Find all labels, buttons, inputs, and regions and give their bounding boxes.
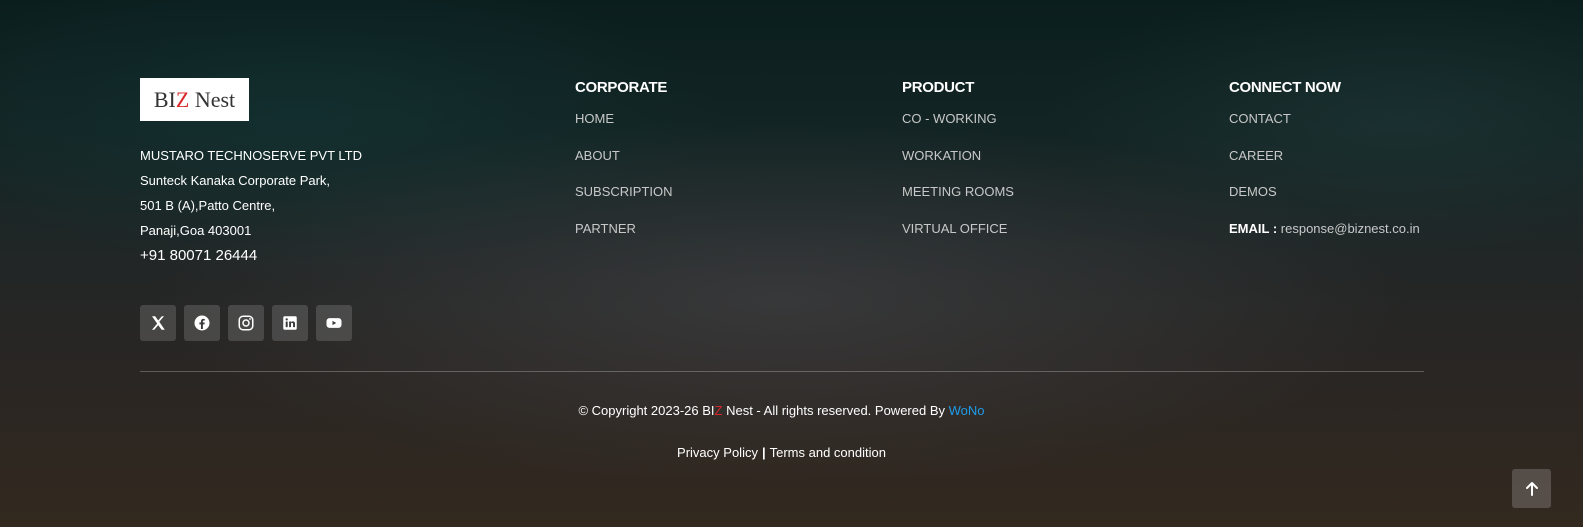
facebook-icon	[194, 315, 210, 331]
social-links	[140, 305, 352, 341]
address-line-2: 501 B (A),Patto Centre,	[140, 198, 276, 213]
arrow-up-icon	[1525, 481, 1538, 496]
link-workation[interactable]: WORKATION	[902, 147, 1014, 165]
x-icon	[152, 316, 165, 330]
copyright-prefix: © Copyright 2023-26 BI	[578, 403, 715, 418]
x-social-button[interactable]	[140, 305, 176, 341]
link-home[interactable]: HOME	[575, 110, 673, 128]
connect-column: CONNECT NOW CONTACT CAREER DEMOS EMAIL :…	[1229, 79, 1420, 238]
address-line-1: Sunteck Kanaka Corporate Park,	[140, 173, 331, 188]
link-career[interactable]: CAREER	[1229, 147, 1420, 165]
youtube-social-button[interactable]	[316, 305, 352, 341]
link-contact[interactable]: CONTACT	[1229, 110, 1420, 128]
address-line-3: Panaji,Goa 403001	[140, 223, 252, 238]
link-co-working[interactable]: CO - WORKING	[902, 110, 1014, 128]
facebook-social-button[interactable]	[184, 305, 220, 341]
link-subscription[interactable]: SUBSCRIPTION	[575, 183, 673, 201]
biz-nest-logo[interactable]: BI Z Nest	[140, 78, 249, 121]
company-name: MUSTARO TECHNOSERVE PVT LTD	[140, 148, 363, 163]
link-partner[interactable]: PARTNER	[575, 220, 673, 238]
legal-links: Privacy Policy | Terms and condition	[0, 445, 1563, 460]
terms-link[interactable]: Terms and condition	[770, 445, 886, 460]
footer-divider	[140, 371, 1424, 372]
instagram-icon	[238, 315, 254, 331]
brand-block: BI Z Nest MUSTARO TECHNOSERVE PVT LTD Sun…	[140, 78, 362, 268]
product-heading: PRODUCT	[902, 79, 975, 96]
email-row: EMAIL : response@biznest.co.in	[1229, 220, 1420, 238]
powered-by-link[interactable]: WoNo	[949, 403, 985, 418]
link-demos[interactable]: DEMOS	[1229, 183, 1420, 201]
privacy-policy-link[interactable]: Privacy Policy	[677, 445, 758, 460]
logo-text-z: Z	[175, 86, 190, 112]
email-label: EMAIL :	[1229, 220, 1278, 236]
copyright-text: © Copyright 2023-26 BIZ Nest - All right…	[0, 403, 1563, 418]
company-address: MUSTARO TECHNOSERVE PVT LTD Sunteck Kana…	[140, 143, 362, 268]
site-footer: BI Z Nest MUSTARO TECHNOSERVE PVT LTD Sun…	[0, 0, 1583, 527]
connect-heading: CONNECT NOW	[1229, 79, 1341, 96]
link-meeting-rooms[interactable]: MEETING ROOMS	[902, 183, 1014, 201]
email-link[interactable]: response@biznest.co.in	[1281, 221, 1420, 236]
corporate-heading: CORPORATE	[575, 79, 668, 96]
corporate-column: CORPORATE HOME ABOUT SUBSCRIPTION PARTNE…	[575, 79, 673, 256]
linkedin-social-button[interactable]	[272, 305, 308, 341]
legal-separator: |	[761, 445, 766, 460]
youtube-icon	[326, 318, 342, 328]
logo-text-bi: BI	[153, 86, 176, 112]
phone-number[interactable]: +91 80071 26444	[140, 243, 362, 268]
scroll-to-top-button[interactable]	[1512, 469, 1551, 508]
link-about[interactable]: ABOUT	[575, 147, 673, 165]
copyright-suffix: Nest - All rights reserved. Powered By	[722, 403, 949, 418]
link-virtual-office[interactable]: VIRTUAL OFFICE	[902, 220, 1014, 238]
logo-text-nest: Nest	[189, 86, 236, 112]
instagram-social-button[interactable]	[228, 305, 264, 341]
linkedin-icon	[283, 316, 297, 330]
product-column: PRODUCT CO - WORKING WORKATION MEETING R…	[902, 79, 1014, 256]
